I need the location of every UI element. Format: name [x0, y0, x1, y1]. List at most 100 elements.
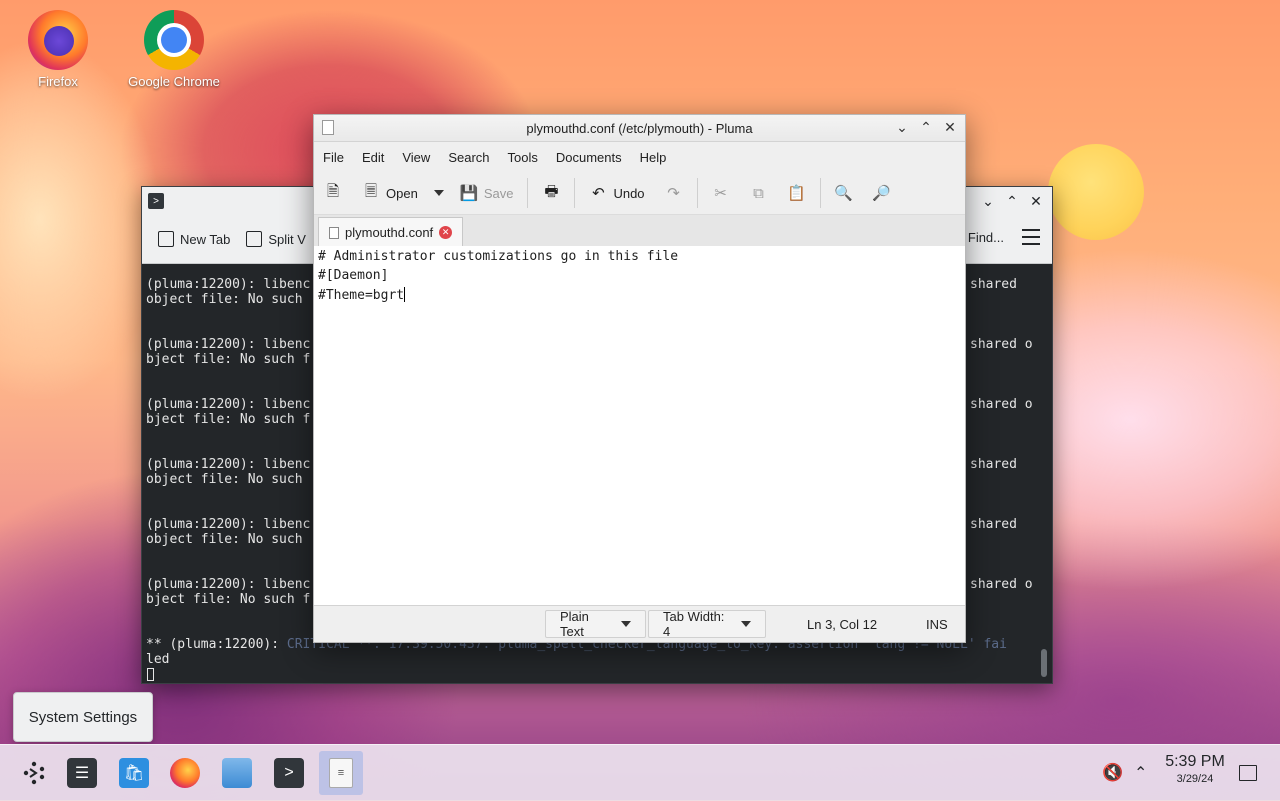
- menu-bar: File Edit View Search Tools Documents He…: [314, 142, 965, 172]
- new-tab-icon: [158, 231, 174, 247]
- menu-view[interactable]: View: [393, 150, 439, 165]
- language-label: Plain Text: [560, 609, 589, 639]
- language-selector[interactable]: Plain Text: [545, 609, 646, 639]
- new-tab-label: New Tab: [180, 231, 231, 247]
- redo-button[interactable]: ↷: [655, 177, 693, 209]
- terminal-line: object file: No such: [146, 292, 303, 307]
- show-desktop-button[interactable]: [1239, 745, 1257, 801]
- clock-time: 5:39 PM: [1165, 753, 1225, 770]
- text-file-icon: [329, 226, 339, 239]
- terminal-line: led: [146, 652, 170, 667]
- text-editor[interactable]: # Administrator customizations go in thi…: [314, 246, 965, 605]
- undo-label: Undo: [613, 185, 645, 201]
- print-button[interactable]: 🖶: [532, 177, 570, 209]
- paste-icon: 📋: [787, 185, 806, 202]
- task-pluma[interactable]: ≡: [319, 751, 363, 795]
- terminal-scrollbar[interactable]: [1041, 649, 1047, 677]
- firefox-icon: [170, 758, 200, 788]
- digital-clock[interactable]: 5:39 PM 3/29/24: [1160, 753, 1230, 785]
- minimize-icon[interactable]: ⌄: [893, 118, 911, 136]
- terminal-line: shared: [970, 517, 1017, 532]
- menu-edit[interactable]: Edit: [353, 150, 393, 165]
- tab-width-selector[interactable]: Tab Width: 4: [648, 609, 766, 639]
- save-icon: 💾: [459, 185, 479, 202]
- text-caret: [404, 287, 406, 302]
- find-replace-button[interactable]: 🔎: [863, 177, 901, 209]
- new-document-icon: 🗎: [326, 182, 340, 200]
- text-editor-icon: ≡: [329, 758, 353, 788]
- split-view-button[interactable]: Split V: [246, 231, 306, 247]
- chevron-down-icon: [433, 190, 444, 196]
- toolbar-separator: [527, 178, 529, 208]
- task-discover[interactable]: 🛍: [112, 751, 156, 795]
- chevron-down-icon: [621, 621, 631, 627]
- pluma-titlebar[interactable]: plymouthd.conf (/etc/plymouth) - Pluma ⌄…: [314, 115, 965, 142]
- tab-label: plymouthd.conf: [345, 225, 434, 240]
- menu-documents[interactable]: Documents: [547, 150, 631, 165]
- clock-date: 3/29/24: [1176, 773, 1214, 785]
- terminal-line: (pluma:12200): libenc: [146, 337, 311, 352]
- desktop-icon-chrome[interactable]: Google Chrome: [119, 10, 229, 89]
- cut-button[interactable]: ✂: [702, 177, 740, 209]
- desktop-icon-label: Firefox: [38, 74, 78, 89]
- save-button[interactable]: 💾 Save: [450, 177, 524, 209]
- terminal-line: (pluma:12200): libenc: [146, 577, 311, 592]
- document-tabs: plymouthd.conf ✕: [314, 215, 965, 247]
- tab-width-label: Tab Width: 4: [663, 609, 725, 639]
- menu-help[interactable]: Help: [631, 150, 676, 165]
- pluma-window[interactable]: plymouthd.conf (/etc/plymouth) - Pluma ⌄…: [313, 114, 966, 643]
- close-icon[interactable]: ✕: [1026, 191, 1046, 211]
- task-terminal[interactable]: >: [267, 751, 311, 795]
- find-button[interactable]: 🔍: [825, 177, 863, 209]
- toolbar-separator: [819, 178, 821, 208]
- menu-search[interactable]: Search: [439, 150, 498, 165]
- find-button[interactable]: Find...: [968, 230, 1004, 245]
- desktop-icon-firefox[interactable]: Firefox: [3, 10, 113, 89]
- taskbar: ☰ 🛍 > ≡ 🔇 ⌃ 5:39 PM 3/29/24: [0, 744, 1280, 801]
- editor-line: #Theme=bgrt: [318, 287, 406, 303]
- chrome-icon: [144, 10, 204, 70]
- task-system-settings[interactable]: ☰: [60, 751, 104, 795]
- close-tab-icon[interactable]: ✕: [439, 226, 453, 239]
- terminal-line: (pluma:12200): libenc: [146, 277, 311, 292]
- hamburger-menu-icon[interactable]: [1022, 229, 1040, 245]
- terminal-line: (pluma:12200): libenc: [146, 397, 311, 412]
- undo-icon: ↶: [592, 185, 605, 202]
- copy-button[interactable]: ⧉: [740, 177, 778, 209]
- volume-muted-button[interactable]: 🔇: [1102, 745, 1123, 801]
- chevron-up-icon[interactable]: ⌃: [1002, 191, 1022, 211]
- save-label: Save: [483, 185, 514, 201]
- close-icon[interactable]: ✕: [941, 118, 959, 136]
- task-firefox[interactable]: [163, 751, 207, 795]
- cut-icon: ✂: [714, 185, 727, 202]
- editor-line-text: #Theme=bgrt: [318, 288, 405, 303]
- terminal-app-icon: >: [148, 193, 164, 209]
- tab-plymouthd-conf[interactable]: plymouthd.conf ✕: [318, 217, 464, 247]
- open-label: Open: [386, 185, 418, 201]
- terminal-cursor: [147, 668, 154, 681]
- cursor-position: Ln 3, Col 12: [807, 617, 878, 632]
- application-launcher[interactable]: [12, 751, 56, 795]
- search-replace-icon: 🔎: [872, 185, 891, 202]
- terminal-line: bject file: No such f: [146, 412, 311, 427]
- open-recent-dropdown[interactable]: [428, 177, 450, 209]
- show-desktop-icon: [1239, 765, 1257, 781]
- split-view-icon: [246, 231, 263, 247]
- new-tab-button[interactable]: New Tab: [158, 231, 230, 247]
- maximize-icon[interactable]: ⌃: [917, 118, 935, 136]
- terminal-line: (pluma:12200): libenc: [146, 457, 311, 472]
- firefox-icon: [28, 10, 88, 70]
- menu-file[interactable]: File: [314, 150, 353, 165]
- undo-button[interactable]: ↶ Undo: [579, 177, 654, 209]
- system-tray-expand[interactable]: ⌃: [1134, 745, 1147, 801]
- chevron-down-icon[interactable]: ⌄: [978, 191, 998, 211]
- system-settings-tooltip: System Settings: [13, 692, 153, 742]
- task-file-manager[interactable]: [215, 751, 259, 795]
- open-button[interactable]: 🗏 Open: [352, 177, 428, 209]
- copy-icon: ⧉: [753, 184, 764, 202]
- terminal-line: (pluma:12200): libenc: [146, 517, 311, 532]
- new-document-button[interactable]: 🗎: [314, 177, 352, 209]
- open-file-icon: 🗏: [364, 182, 378, 200]
- menu-tools[interactable]: Tools: [499, 150, 547, 165]
- paste-button[interactable]: 📋: [778, 177, 816, 209]
